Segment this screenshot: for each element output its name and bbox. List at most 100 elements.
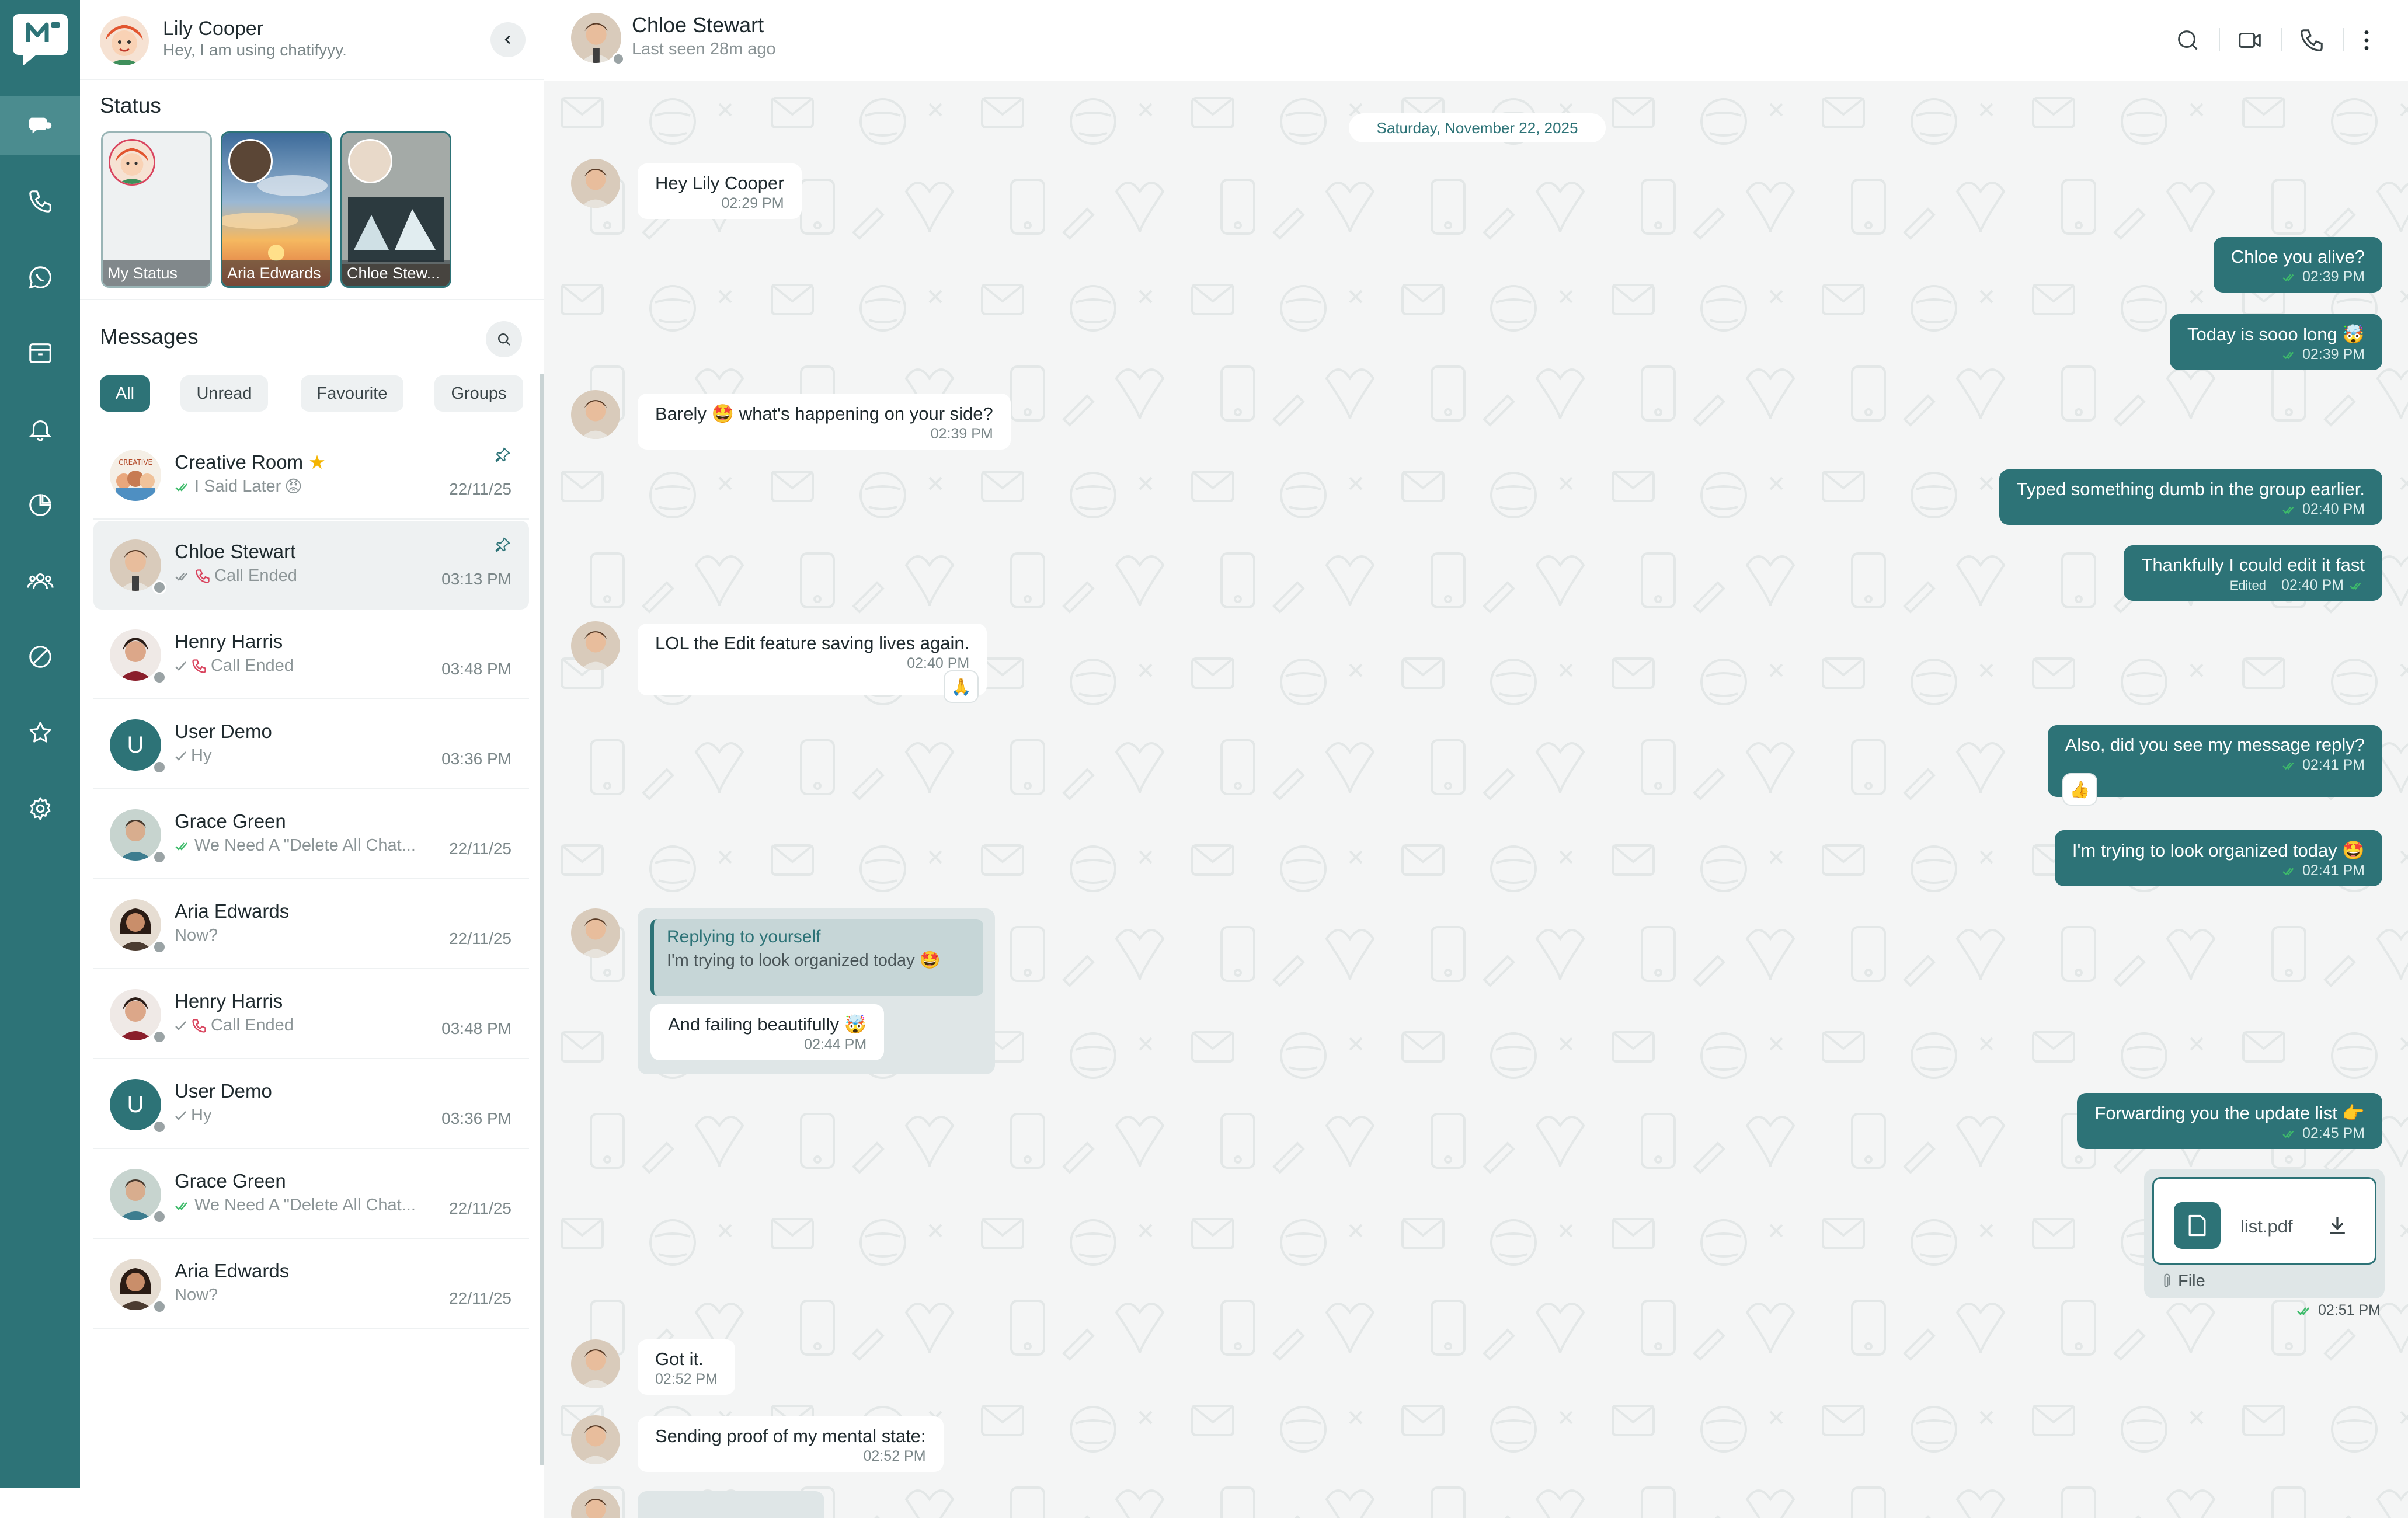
chat-preview: Now? (175, 926, 218, 945)
download-button[interactable] (2325, 1213, 2350, 1241)
conversation-area[interactable]: Saturday, November 22, 2025 Hey Lily Coo… (544, 81, 2408, 1518)
rail-favourites[interactable] (0, 704, 80, 762)
status-card-mine[interactable]: My Status (101, 131, 212, 288)
messages-search-button[interactable] (486, 321, 522, 357)
pin-icon[interactable] (494, 536, 511, 556)
filter-all[interactable]: All (100, 375, 150, 412)
double-check-icon (2350, 582, 2361, 590)
search-icon (2178, 30, 2198, 50)
message-outgoing[interactable]: Chloe you alive? 02:39 PM (2213, 237, 2382, 293)
double-check-icon (175, 483, 187, 492)
message-outgoing[interactable]: I'm trying to look organized today 🤩 02:… (2054, 830, 2382, 886)
video-call-button[interactable] (2233, 23, 2267, 57)
rail-chats[interactable] (0, 96, 80, 155)
message-outgoing[interactable]: Typed something dumb in the group earlie… (1999, 469, 2382, 525)
double-check-icon (2282, 274, 2294, 281)
chat-list-item[interactable]: U User Demo Hy 03:36 PM (93, 1060, 529, 1149)
message-outgoing[interactable]: Thankfully I could edit it fast Edited 0… (2124, 545, 2382, 601)
status-card-chloe[interactable]: Chloe Stew... (340, 131, 451, 288)
date-separator: Saturday, November 22, 2025 (1349, 113, 1606, 142)
presence-dot (152, 760, 166, 774)
status-card-aria[interactable]: Aria Edwards (221, 131, 332, 288)
message-incoming[interactable]: Barely 🤩 what's happening on your side? … (638, 394, 1011, 450)
chat-preview: Call Ended (175, 656, 294, 676)
double-check-icon (2282, 1130, 2294, 1138)
rail-notifications[interactable] (0, 400, 80, 458)
message-reaction[interactable]: 👍 (2063, 774, 2096, 805)
message-incoming[interactable]: Sending proof of my mental state: 02:52 … (638, 1416, 944, 1472)
message-incoming[interactable]: LOL the Edit feature saving lives again.… (638, 624, 987, 695)
quoted-message[interactable]: Replying to yourself I'm trying to look … (650, 919, 983, 996)
file-type-label: File (2160, 1272, 2205, 1291)
rail-groups[interactable] (0, 552, 80, 610)
user-avatar[interactable] (100, 16, 149, 65)
filter-groups[interactable]: Groups (434, 375, 523, 412)
rail-archive[interactable] (0, 324, 80, 382)
rail-whatsapp[interactable] (0, 248, 80, 307)
download-icon (2330, 1217, 2345, 1234)
chat-time: 03:13 PM (441, 570, 511, 588)
video-camera-icon (2239, 32, 2261, 48)
chat-list-item[interactable]: Henry Harris Call Ended 03:48 PM (93, 970, 529, 1059)
message-time: 02:45 PM (2094, 1125, 2365, 1142)
message-reaction[interactable]: 🙏 (945, 671, 977, 702)
status-section-title: Status (100, 93, 161, 117)
message-incoming[interactable]: And failing beautifully 🤯 02:44 PM (650, 1004, 885, 1060)
divider (2281, 28, 2282, 51)
star-icon: ★ (308, 451, 326, 473)
message-incoming[interactable]: Hey Lily Cooper 02:29 PM (638, 163, 802, 219)
sidebar-scrollbar[interactable] (540, 374, 544, 1465)
message-time: Edited 02:40 PM (2141, 577, 2365, 594)
presence-dot (152, 580, 166, 594)
voice-call-button[interactable] (2295, 23, 2329, 57)
chat-list-item[interactable]: U User Demo Hy 03:36 PM (93, 701, 529, 789)
pin-icon[interactable] (494, 446, 511, 466)
chat-list-item[interactable]: Grace Green We Need A "Delete All Chat..… (93, 791, 529, 879)
filter-favourite[interactable]: Favourite (301, 375, 403, 412)
message-time: 02:41 PM (2065, 757, 2365, 774)
sender-avatar (571, 390, 620, 439)
double-check-icon (175, 1202, 187, 1210)
collapse-sidebar-button[interactable] (490, 22, 526, 57)
search-chat-button[interactable] (2171, 23, 2205, 57)
file-attachment-card[interactable]: list.pdf (2152, 1177, 2376, 1265)
message-text: Typed something dumb in the group earlie… (2016, 479, 2365, 499)
chat-list-item[interactable]: Aria Edwards Now? 22/11/25 (93, 1240, 529, 1329)
presence-dot (152, 1300, 166, 1314)
rail-calls[interactable] (0, 172, 80, 231)
phone-icon (2301, 29, 2323, 51)
message-text: Chloe you alive? (2230, 246, 2365, 267)
chat-time: 03:48 PM (441, 660, 511, 678)
presence-dot (152, 850, 166, 864)
message-outgoing[interactable]: Forwarding you the update list 👉 02:45 P… (2077, 1093, 2382, 1149)
chat-preview: Hy (175, 1106, 211, 1125)
chat-time: 22/11/25 (449, 929, 511, 948)
chat-time: 22/11/25 (449, 840, 511, 858)
message-outgoing[interactable]: Today is sooo long 🤯 02:39 PM (2170, 314, 2382, 370)
double-check-icon (2282, 762, 2294, 770)
chat-list-item[interactable]: CREATIVE Creative Room ★ I Said Later 😡 2… (93, 431, 529, 520)
svg-text:CREATIVE: CREATIVE (119, 458, 152, 466)
status-avatar (348, 139, 392, 183)
message-text: Got it. (655, 1349, 704, 1369)
rail-settings[interactable] (0, 779, 80, 838)
filter-unread[interactable]: Unread (180, 375, 268, 412)
sender-avatar (571, 159, 620, 208)
chat-list-item[interactable]: Henry Harris Call Ended 03:48 PM (93, 611, 529, 699)
message-outgoing[interactable]: Also, did you see my message reply? 02:4… (2047, 725, 2382, 797)
chat-list-item[interactable]: Aria Edwards Now? 22/11/25 (93, 880, 529, 969)
chevron-left-icon (504, 35, 510, 44)
media-message[interactable] (638, 1491, 824, 1518)
rail-blocked[interactable] (0, 628, 80, 686)
more-options-button[interactable] (2350, 23, 2383, 57)
kebab-menu-icon (2364, 30, 2369, 50)
phone-missed-icon (192, 659, 206, 673)
rail-status[interactable] (0, 476, 80, 534)
chat-list-item-selected[interactable]: Chloe Stewart Call Ended 03:13 PM (93, 521, 529, 610)
message-incoming[interactable]: Got it. 02:52 PM (638, 1339, 736, 1395)
double-check-icon (2282, 506, 2294, 514)
chat-time: 22/11/25 (449, 1289, 511, 1307)
chat-list-item[interactable]: Grace Green We Need A "Delete All Chat..… (93, 1150, 529, 1239)
phone-icon (29, 190, 51, 213)
message-time: 02:29 PM (721, 195, 784, 211)
